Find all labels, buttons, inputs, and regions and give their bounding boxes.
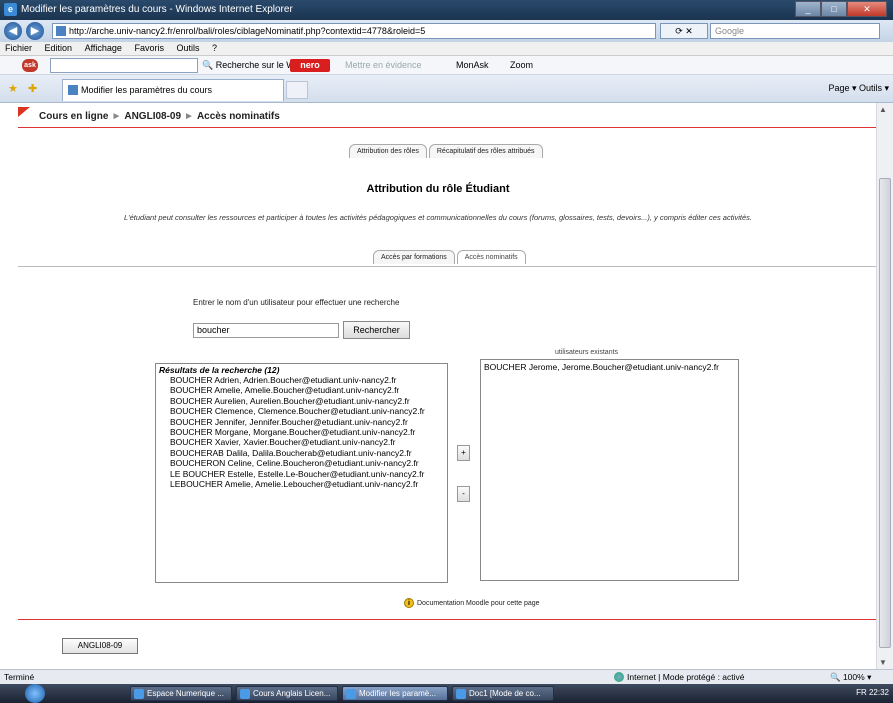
existing-users-label: utilisateurs existants bbox=[555, 349, 619, 356]
window-titlebar: e Modifier les paramètres du cours - Win… bbox=[0, 0, 893, 20]
menu-help[interactable]: ? bbox=[207, 42, 222, 54]
tab-title: Modifier les paramètres du cours bbox=[81, 85, 213, 95]
nero-button[interactable]: nero bbox=[290, 59, 330, 72]
moodle-docs-text[interactable]: Documentation Moodle pour cette page bbox=[417, 600, 540, 607]
status-bar: Terminé Internet | Mode protégé : activé… bbox=[0, 669, 893, 684]
menu-affichage[interactable]: Affichage bbox=[80, 42, 127, 54]
scroll-thumb[interactable] bbox=[879, 178, 891, 648]
status-text: Terminé bbox=[4, 672, 35, 682]
list-item[interactable]: BOUCHER Jerome, Jerome.Boucher@etudiant.… bbox=[481, 360, 738, 374]
tab-page-icon bbox=[68, 85, 78, 95]
word-icon bbox=[456, 689, 466, 699]
role-tabs: Attribution des rôles Récapitulatif des … bbox=[349, 144, 543, 158]
footer-divider bbox=[18, 619, 876, 620]
list-item[interactable]: BOUCHER Jennifer, Jennifer.Boucher@etudi… bbox=[156, 417, 447, 427]
ie-icon: e bbox=[4, 3, 17, 16]
list-item[interactable]: BOUCHER Amelie, Amelie.Boucher@etudiant.… bbox=[156, 385, 447, 395]
ie-icon bbox=[134, 689, 144, 699]
list-item[interactable]: BOUCHER Morgane, Morgane.Boucher@etudian… bbox=[156, 427, 447, 437]
taskbar-item[interactable]: Cours Anglais Licen... bbox=[236, 686, 338, 701]
page-title: Attribution du rôle Étudiant bbox=[366, 183, 510, 195]
course-home-button[interactable]: ANGLI08-09 bbox=[62, 638, 138, 654]
breadcrumb: Cours en ligne ► ANGLI08-09 ► Accès nominati… bbox=[39, 111, 280, 122]
list-item[interactable]: BOUCHER Clemence, Clemence.Boucher@etudi… bbox=[156, 406, 447, 416]
tab-acces-nominatifs[interactable]: Accès nominatifs bbox=[456, 250, 526, 264]
address-row: ◀ ▶ http://arche.univ-nancy2.fr/enrol/ba… bbox=[0, 20, 893, 42]
maximize-button[interactable]: □ bbox=[821, 1, 847, 17]
info-icon: i bbox=[404, 598, 414, 608]
moodle-logo bbox=[18, 107, 30, 117]
window-title: Modifier les paramètres du cours - Windo… bbox=[21, 4, 293, 15]
security-zone[interactable]: Internet | Mode protégé : activé bbox=[614, 672, 745, 682]
page-content: Cours en ligne ► ANGLI08-09 ► Accès nominati… bbox=[0, 103, 876, 669]
new-tab-button[interactable] bbox=[286, 81, 308, 99]
tabs-divider bbox=[18, 266, 876, 267]
vertical-scrollbar[interactable]: ▲ ▼ bbox=[876, 103, 893, 669]
add-user-button[interactable]: + bbox=[457, 445, 470, 461]
taskbar: Espace Numerique ... Cours Anglais Licen… bbox=[0, 684, 893, 703]
tab-row: ★ ✚ Modifier les paramètres du cours Pag… bbox=[0, 75, 893, 103]
menu-fichier[interactable]: Fichier bbox=[0, 42, 37, 54]
ie-icon bbox=[346, 689, 356, 699]
breadcrumb-root[interactable]: Cours en ligne bbox=[39, 111, 108, 122]
breadcrumb-course[interactable]: ANGLI08-09 bbox=[124, 111, 181, 122]
taskbar-item[interactable]: Modifier les paramè... bbox=[342, 686, 448, 701]
search-label: Entrer le nom d'un utilisateur pour effe… bbox=[193, 298, 400, 307]
favorites-star-icon[interactable]: ★ bbox=[8, 82, 18, 95]
list-item[interactable]: BOUCHER Adrien, Adrien.Boucher@etudiant.… bbox=[156, 375, 447, 385]
tab-attribution-roles[interactable]: Attribution des rôles bbox=[349, 144, 427, 158]
taskbar-item[interactable]: Doc1 [Mode de co... bbox=[452, 686, 554, 701]
search-results-list[interactable]: Résultats de la recherche (12) BOUCHER A… bbox=[155, 363, 448, 583]
scroll-up-icon[interactable]: ▲ bbox=[879, 105, 887, 114]
ask-search-input[interactable] bbox=[50, 58, 198, 73]
zoom-button[interactable]: Zoom bbox=[510, 60, 533, 70]
results-group-label: Résultats de la recherche (12) bbox=[159, 365, 280, 375]
back-button[interactable]: ◀ bbox=[4, 22, 22, 40]
list-item[interactable]: BOUCHER Aurelien, Aurelien.Boucher@etudi… bbox=[156, 396, 447, 406]
address-bar[interactable]: http://arche.univ-nancy2.fr/enrol/bali/r… bbox=[52, 23, 656, 39]
zoom-level[interactable]: 🔍 100% ▾ bbox=[830, 672, 871, 683]
user-search-input[interactable]: boucher bbox=[193, 323, 339, 338]
ie-icon bbox=[240, 689, 250, 699]
taskbar-item[interactable]: Espace Numerique ... bbox=[130, 686, 232, 701]
search-button[interactable]: Rechercher bbox=[343, 321, 410, 339]
forward-button[interactable]: ▶ bbox=[26, 22, 44, 40]
search-box[interactable]: Google bbox=[710, 23, 880, 39]
tab-recapitulatif-roles[interactable]: Récapitulatif des rôles attribués bbox=[428, 144, 543, 158]
command-bar[interactable]: Page ▾ Outils ▾ bbox=[828, 83, 889, 94]
list-item[interactable]: LE BOUCHER Estelle, Estelle.Le-Boucher@e… bbox=[156, 469, 447, 479]
start-button[interactable] bbox=[25, 684, 45, 703]
refresh-stop-buttons[interactable]: ⟳ ✕ bbox=[660, 23, 708, 39]
tab-acces-formations[interactable]: Accès par formations bbox=[373, 250, 455, 264]
list-item[interactable]: BOUCHERAB Dalila, Dalila.Boucherab@etudi… bbox=[156, 448, 447, 458]
globe-icon bbox=[614, 672, 624, 682]
existing-users-list[interactable]: BOUCHER Jerome, Jerome.Boucher@etudiant.… bbox=[480, 359, 739, 581]
ask-toolbar: ask 🔍 Recherche sur le Web ▾ nero Mettre… bbox=[0, 56, 893, 75]
highlight-button[interactable]: Mettre en évidence bbox=[345, 60, 422, 70]
browser-tab[interactable]: Modifier les paramètres du cours bbox=[62, 79, 284, 101]
add-favorite-icon[interactable]: ✚ bbox=[28, 82, 37, 95]
menu-outils[interactable]: Outils bbox=[172, 42, 205, 54]
moodle-docs-link[interactable]: i Documentation Moodle pour cette page bbox=[404, 598, 540, 608]
header-divider bbox=[18, 127, 876, 128]
role-description: L'étudiant peut consulter les ressources… bbox=[124, 213, 752, 222]
minimize-button[interactable]: _ bbox=[795, 1, 821, 17]
menu-edition[interactable]: Edition bbox=[40, 42, 78, 54]
monask-button[interactable]: MonAsk bbox=[456, 60, 489, 70]
page-icon bbox=[56, 26, 66, 36]
menu-bar: Fichier Edition Affichage Favoris Outils… bbox=[0, 42, 893, 56]
list-item[interactable]: BOUCHER Xavier, Xavier.Boucher@etudiant.… bbox=[156, 437, 447, 447]
system-tray[interactable]: FR 22:32 bbox=[856, 688, 889, 697]
ask-logo-icon[interactable]: ask bbox=[22, 59, 38, 72]
list-item[interactable]: BOUCHERON Celine, Celine.Boucheron@etudi… bbox=[156, 458, 447, 468]
remove-user-button[interactable]: - bbox=[457, 486, 470, 502]
breadcrumb-current: Accès nominatifs bbox=[196, 111, 280, 122]
menu-favoris[interactable]: Favoris bbox=[129, 42, 169, 54]
address-url: http://arche.univ-nancy2.fr/enrol/bali/r… bbox=[69, 26, 426, 36]
scroll-down-icon[interactable]: ▼ bbox=[879, 658, 887, 667]
close-window-button[interactable]: ✕ bbox=[847, 1, 887, 17]
access-tabs: Accès par formations Accès nominatifs bbox=[373, 250, 526, 264]
zone-text: Internet | Mode protégé : activé bbox=[627, 672, 745, 682]
list-item[interactable]: LEBOUCHER Amelie, Amelie.Leboucher@etudi… bbox=[156, 479, 447, 489]
